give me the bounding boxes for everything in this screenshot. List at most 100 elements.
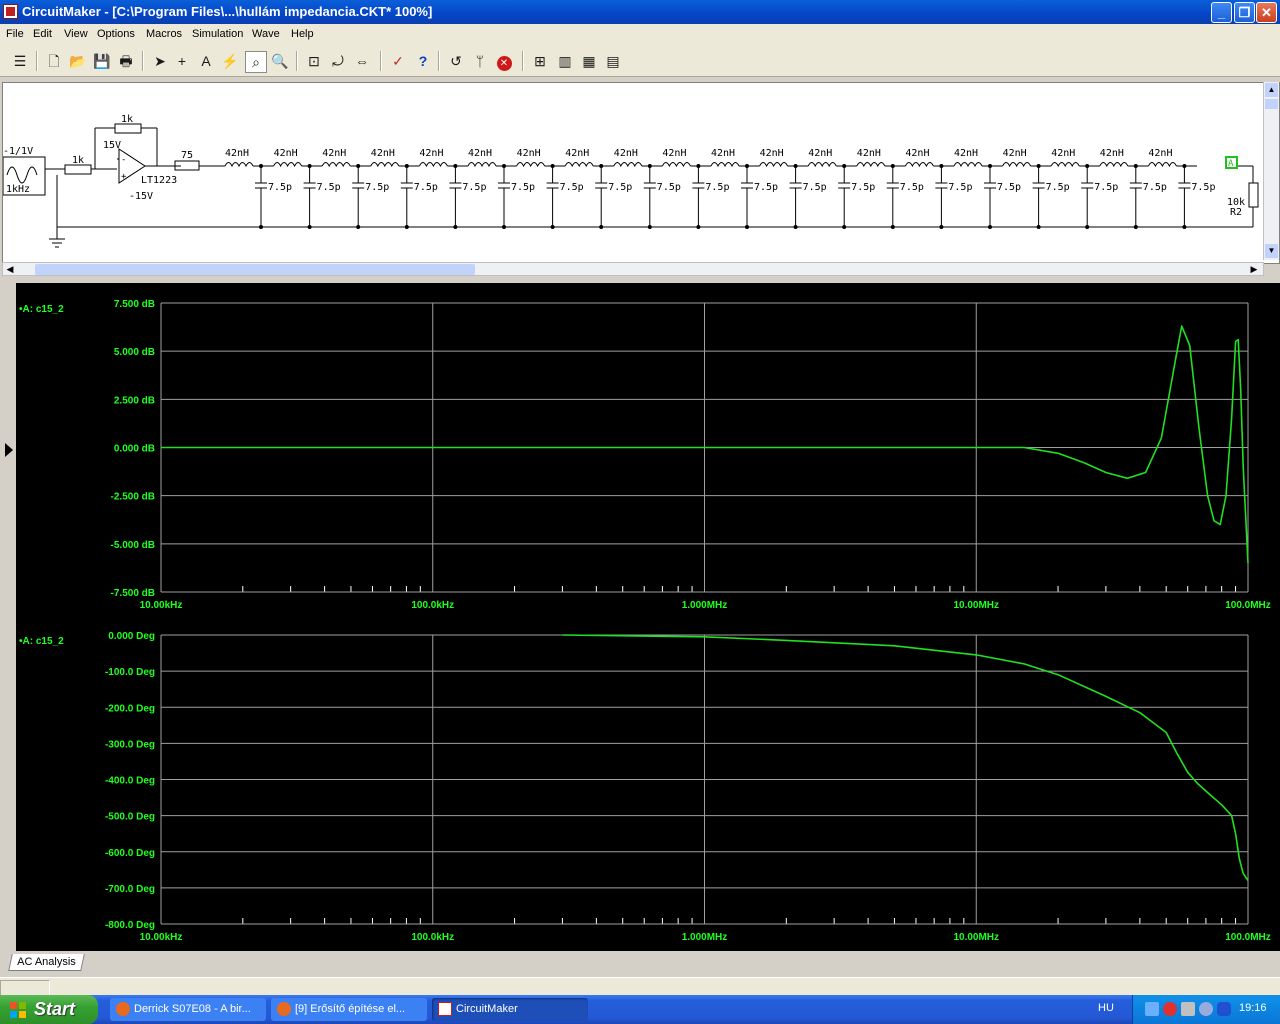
help-icon[interactable]: ? [413, 51, 433, 71]
feedback-resistor[interactable] [114, 123, 142, 134]
tape-icon[interactable]: ☰ [10, 51, 30, 71]
y-tick-label: -500.0 Deg [105, 812, 155, 823]
window-title: CircuitMaker - [C:\Program Files\...\hul… [22, 4, 433, 19]
menu-view[interactable]: View [64, 28, 88, 40]
menu-help[interactable]: Help [291, 28, 314, 40]
inductor[interactable] [1147, 162, 1177, 168]
inductor[interactable] [224, 162, 254, 168]
run-icon[interactable]: ▥ [555, 51, 575, 71]
save-icon[interactable]: 💾 [92, 51, 112, 71]
checklist-icon[interactable]: ✓ [388, 51, 408, 71]
capacitor-label: 7.5p [900, 182, 924, 193]
x-tick-label: 10.00kHz [140, 932, 183, 943]
inductor[interactable] [1099, 162, 1129, 168]
reset-icon[interactable]: ↺ [446, 51, 466, 71]
input-resistor[interactable] [64, 164, 92, 175]
magnifier-icon[interactable]: 🔍 [270, 51, 290, 71]
inductor[interactable] [661, 162, 691, 168]
inductor[interactable] [418, 162, 448, 168]
inductor[interactable] [904, 162, 934, 168]
inductor[interactable] [467, 162, 497, 168]
stop-sim-icon[interactable]: ✕ [494, 51, 514, 71]
menu-options[interactable]: Options [97, 28, 135, 40]
inductor[interactable] [759, 162, 789, 168]
toolbar: ☰ 🗋 📂 💾 🖶 ➤ + A ⚡ ⌕ 🔍 ⊡ ⤾ ⇔ ✓ ? ↺ ᛘ ✕ ⊞ … [0, 46, 1280, 77]
trace-phase[interactable] [562, 634, 1249, 882]
probe-tool-icon[interactable]: ⚡ [220, 51, 240, 71]
inductor[interactable] [953, 162, 983, 168]
menu-file[interactable]: File [6, 28, 24, 40]
sync-icon[interactable] [1199, 1002, 1213, 1016]
menu-simulation[interactable]: Simulation [192, 28, 243, 40]
minimize-button[interactable]: _ [1211, 2, 1232, 23]
menu-wave[interactable]: Wave [252, 28, 280, 40]
inductor[interactable] [1050, 162, 1080, 168]
load-resistor-name: R2 [1230, 207, 1242, 218]
maximize-button[interactable]: ❐ [1234, 2, 1255, 23]
inductor[interactable] [273, 162, 303, 168]
inductor[interactable] [370, 162, 400, 168]
inductor[interactable] [1002, 162, 1032, 168]
load-resistor[interactable] [1248, 182, 1259, 208]
capacitor-label: 7.5p [997, 182, 1021, 193]
plot-select-arrow-icon[interactable] [5, 443, 13, 457]
waveform-window[interactable]: 7.500 dB 5.000 dB 2.500 dB 0.000 dB -2.500 d… [0, 283, 1280, 951]
start-button[interactable]: Start [0, 995, 98, 1024]
inductor[interactable] [516, 162, 546, 168]
schematic-vertical-scrollbar[interactable]: ▲ ▼ [1263, 82, 1279, 260]
taskbar-item-circuitmaker[interactable]: CircuitMaker [432, 998, 588, 1021]
network-icon[interactable] [1145, 1002, 1159, 1016]
security-shield-icon[interactable] [1163, 1002, 1177, 1016]
wire-tool-icon[interactable]: + [172, 51, 192, 71]
capacitor-label: 7.5p [414, 182, 438, 193]
menu-bar: File Edit View Options Macros Simulation… [0, 24, 1280, 46]
phase-plot[interactable]: 0.000 Deg -100.0 Deg -200.0 Deg -300.0 Deg -… [105, 631, 1271, 943]
tab-ac-analysis[interactable]: AC Analysis [8, 954, 85, 971]
waveform-icon[interactable]: ▦ [579, 51, 599, 71]
close-button[interactable]: ✕ [1256, 2, 1277, 23]
zoom-fit-icon[interactable]: ⊡ [304, 51, 324, 71]
schematic-horizontal-scrollbar[interactable]: ◀ ▶ [2, 262, 1264, 276]
feedback-resistor-label: 1k [121, 114, 133, 125]
schematic-view[interactable]: -1/1V 1kHz 1k 1k - + 15V -15V LT1223 75 … [2, 82, 1280, 264]
arrow-tool-icon[interactable]: ➤ [150, 51, 170, 71]
mirror-icon[interactable]: ⇔ [352, 51, 372, 71]
text-tool-icon[interactable]: A [196, 51, 216, 71]
inductor[interactable] [807, 162, 837, 168]
phase-trace-label[interactable]: •A: c15_2 [19, 636, 64, 647]
probe-pin-icon[interactable]: ᛘ [470, 51, 490, 71]
rotate-icon[interactable]: ⤾ [328, 51, 348, 71]
magnitude-plot[interactable]: 7.500 dB 5.000 dB 2.500 dB 0.000 dB -2.500 d… [111, 299, 1271, 611]
capacitor-label: 7.5p [705, 182, 729, 193]
new-file-icon[interactable]: 🗋 [44, 51, 64, 71]
y-tick-label: -300.0 Deg [105, 739, 155, 750]
zoom-hand-icon[interactable]: ⌕ [245, 51, 267, 73]
taskbar-item-derrick[interactable]: Derrick S07E08 - A bir... [110, 998, 266, 1021]
inductor[interactable] [321, 162, 351, 168]
analyses-icon[interactable]: ▤ [603, 51, 623, 71]
inductor[interactable] [564, 162, 594, 168]
negative-supply-label: -15V [129, 191, 153, 202]
menu-macros[interactable]: Macros [146, 28, 182, 40]
inductor[interactable] [710, 162, 740, 168]
language-indicator[interactable]: HU [1098, 1002, 1114, 1014]
horizontal-scroll-thumb[interactable] [35, 264, 475, 275]
inductor-label: 42nH [274, 148, 298, 159]
capacitor-label: 7.5p [1191, 182, 1215, 193]
circuitmaker-app-icon[interactable] [3, 4, 18, 19]
x-tick-label: 10.00MHz [953, 600, 999, 611]
inductor[interactable] [613, 162, 643, 168]
opamp-label: LT1223 [141, 175, 177, 186]
speaker-icon[interactable] [1181, 1002, 1195, 1016]
open-folder-icon[interactable]: 📂 [68, 51, 88, 71]
step-icon[interactable]: ⊞ [530, 51, 550, 71]
print-icon[interactable]: 🖶 [116, 51, 136, 71]
inductor-label: 42nH [808, 148, 832, 159]
circuitmaker-icon [438, 1002, 452, 1016]
magnitude-trace-label[interactable]: •A: c15_2 [19, 304, 64, 315]
bluetooth-icon[interactable] [1217, 1002, 1231, 1016]
taskbar-item-erosito[interactable]: [9] Erősítő építése el... [271, 998, 427, 1021]
menu-edit[interactable]: Edit [33, 28, 52, 40]
y-tick-label: -5.000 dB [111, 540, 155, 551]
inductor[interactable] [856, 162, 886, 168]
